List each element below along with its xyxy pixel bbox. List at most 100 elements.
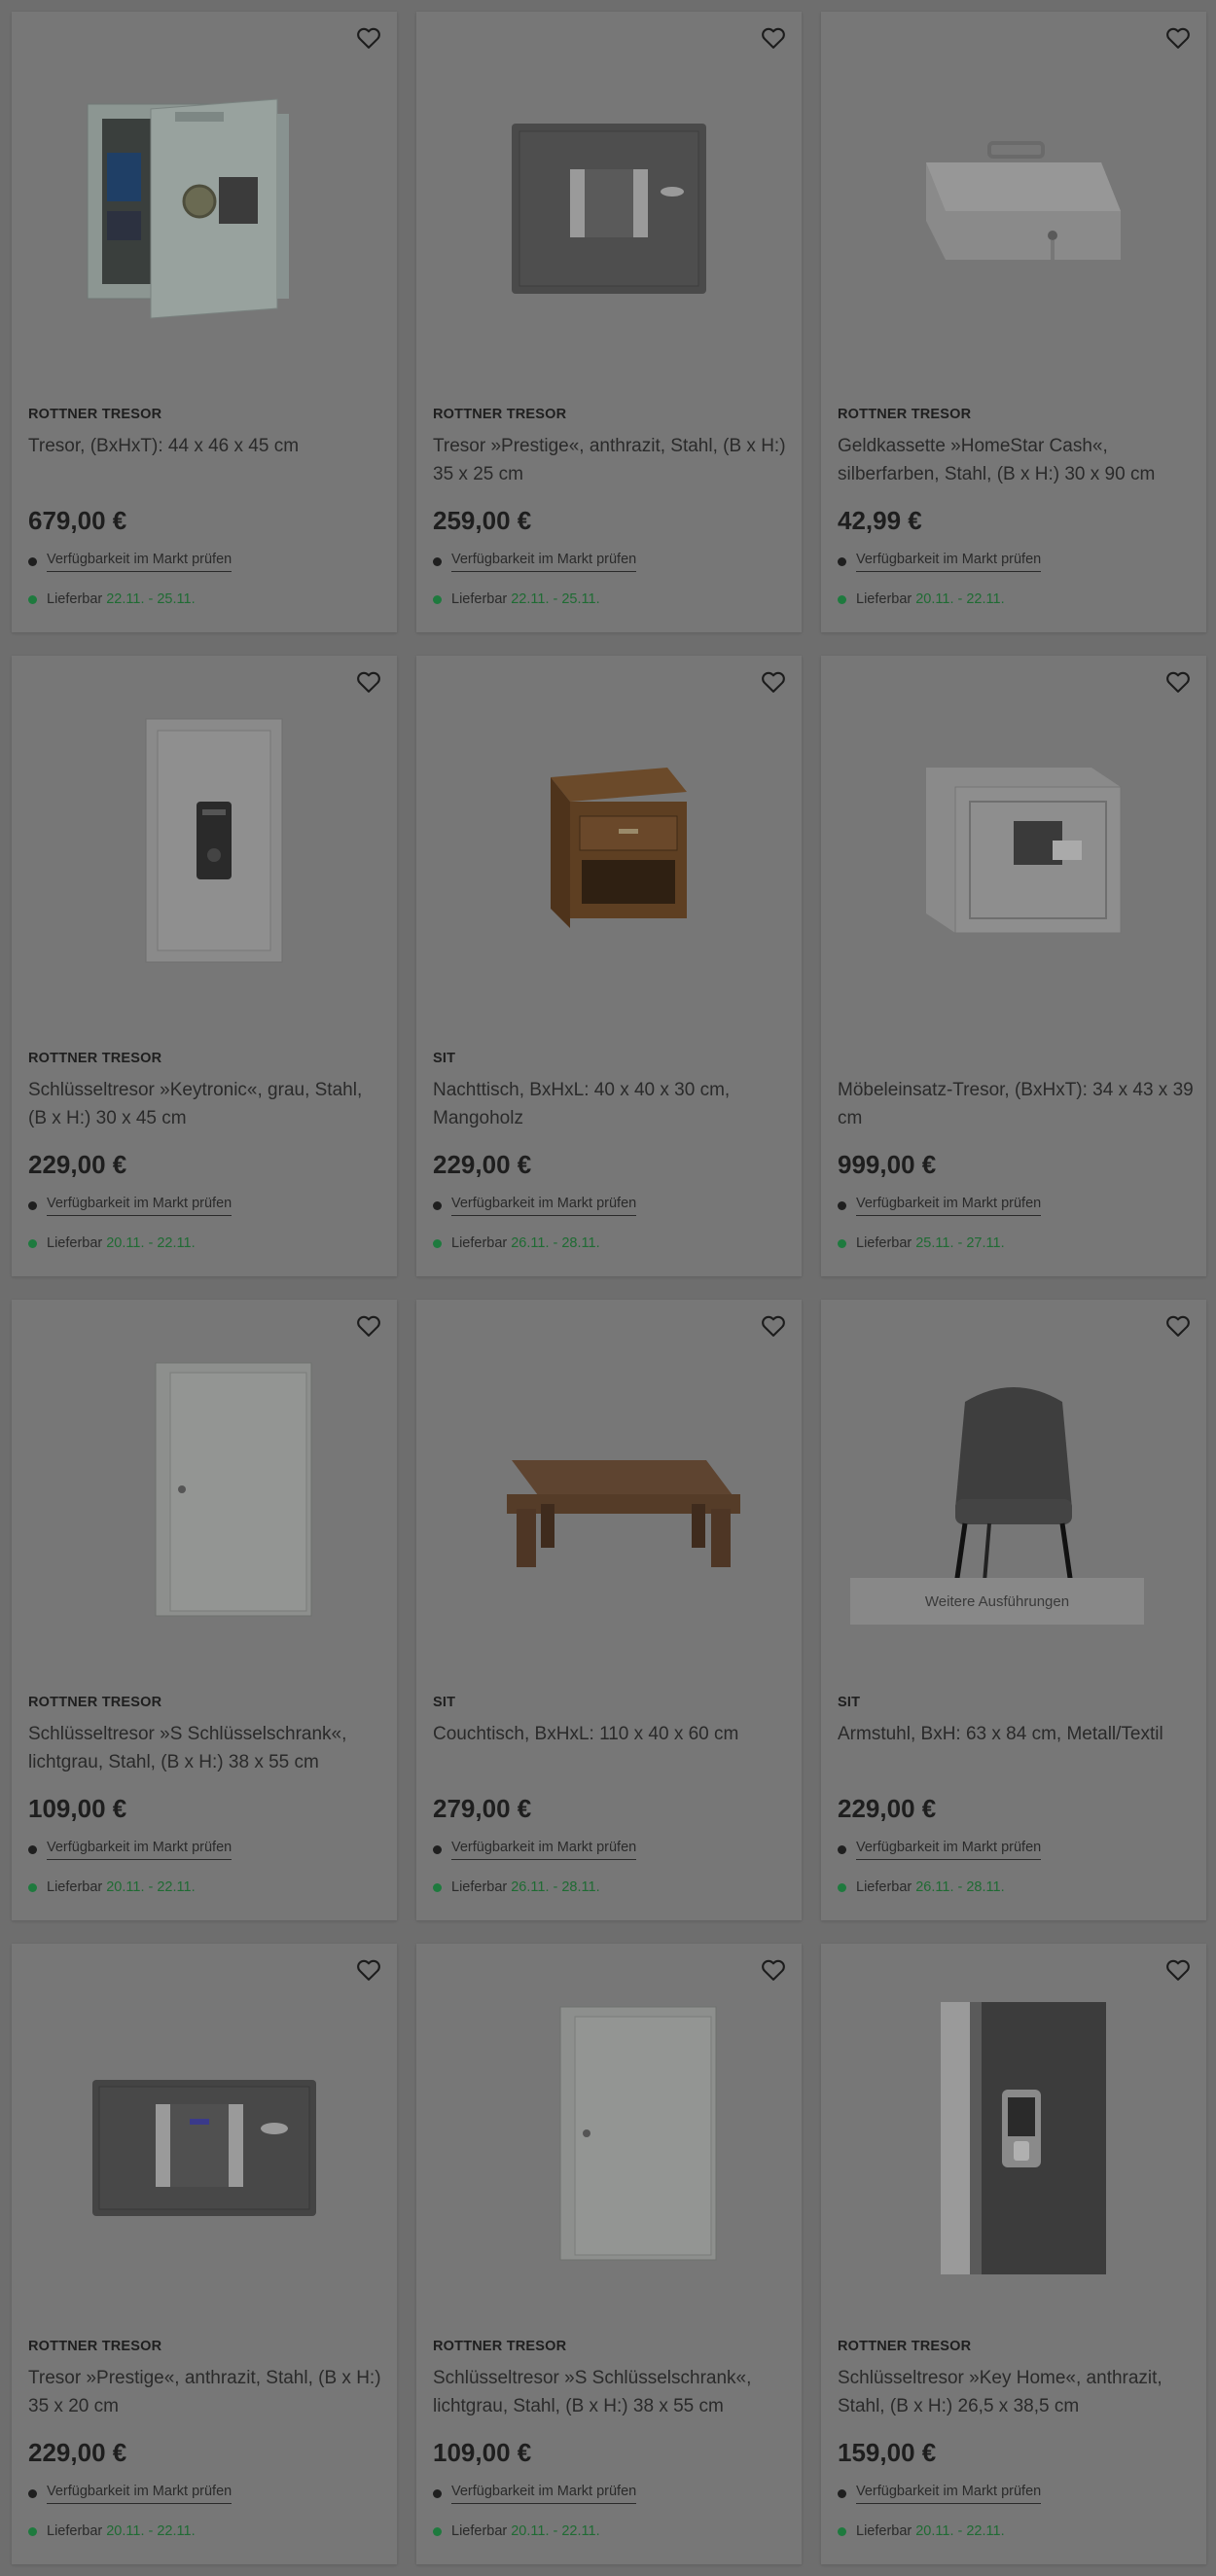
availability-check[interactable]: Verfügbarkeit im Markt prüfen	[28, 552, 232, 572]
availability-dot-icon	[28, 2489, 37, 2498]
product-card-11[interactable]: ROTTNER TRESOR Schlüsseltresor »S Schlüs…	[416, 1944, 802, 2564]
delivery-info: Lieferbar 20.11. - 22.11.	[28, 2523, 196, 2539]
availability-link[interactable]: Verfügbarkeit im Markt prüfen	[451, 552, 637, 572]
availability-check[interactable]: Verfügbarkeit im Markt prüfen	[433, 1840, 637, 1860]
product-title[interactable]: Tresor, (BxHxT): 44 x 46 x 45 cm	[28, 432, 384, 488]
product-card-2[interactable]: ROTTNER TRESOR Tresor »Prestige«, anthra…	[416, 12, 802, 632]
product-grid: ROTTNER TRESOR Tresor, (BxHxT): 44 x 46 …	[12, 12, 1208, 2564]
product-title[interactable]: Tresor »Prestige«, anthrazit, Stahl, (B …	[433, 432, 789, 488]
availability-dot-icon	[838, 1845, 846, 1854]
heart-icon[interactable]	[757, 1953, 790, 1986]
product-card-4[interactable]: ROTTNER TRESOR Schlüsseltresor »Keytroni…	[12, 656, 397, 1276]
delivery-status-dot-icon	[28, 1882, 37, 1892]
delivery-info: Lieferbar 20.11. - 22.11.	[838, 591, 1005, 607]
availability-link[interactable]: Verfügbarkeit im Markt prüfen	[451, 1840, 637, 1860]
product-title[interactable]: Schlüsseltresor »Key Home«, anthrazit, S…	[838, 2364, 1194, 2420]
product-title[interactable]: Armstuhl, BxH: 63 x 84 cm, Metall/Textil	[838, 1720, 1194, 1776]
product-card-12[interactable]: ROTTNER TRESOR Schlüsseltresor »Key Home…	[821, 1944, 1206, 2564]
heart-icon[interactable]	[1162, 21, 1195, 54]
delivery-info: Lieferbar 25.11. - 27.11.	[838, 1235, 1005, 1251]
product-title[interactable]: Schlüsseltresor »S Schlüsselschrank«, li…	[433, 2364, 789, 2420]
availability-link[interactable]: Verfügbarkeit im Markt prüfen	[451, 1196, 637, 1216]
availability-check[interactable]: Verfügbarkeit im Markt prüfen	[838, 1196, 1042, 1216]
heart-icon[interactable]	[1162, 665, 1195, 698]
product-card-3[interactable]: ROTTNER TRESOR Geldkassette »HomeStar Ca…	[821, 12, 1206, 632]
availability-link[interactable]: Verfügbarkeit im Markt prüfen	[856, 552, 1042, 572]
delivery-dates: 20.11. - 22.11.	[106, 2523, 196, 2539]
product-title[interactable]: Schlüsseltresor »Keytronic«, grau, Stahl…	[28, 1076, 384, 1132]
product-image[interactable]	[416, 1300, 802, 1679]
heart-icon[interactable]	[352, 665, 385, 698]
availability-check[interactable]: Verfügbarkeit im Markt prüfen	[838, 552, 1042, 572]
availability-link[interactable]: Verfügbarkeit im Markt prüfen	[47, 552, 232, 572]
availability-check[interactable]: Verfügbarkeit im Markt prüfen	[28, 1840, 232, 1860]
product-image[interactable]	[416, 12, 802, 391]
cash-box-icon	[926, 141, 1121, 260]
product-image[interactable]	[821, 1944, 1206, 2323]
product-card-9[interactable]: SIT Armstuhl, BxH: 63 x 84 cm, Metall/Te…	[821, 1300, 1206, 1920]
product-image[interactable]	[821, 656, 1206, 1035]
delivery-dates: 20.11. - 22.11.	[511, 2523, 600, 2539]
heart-icon[interactable]	[352, 1309, 385, 1342]
availability-check[interactable]: Verfügbarkeit im Markt prüfen	[838, 1840, 1042, 1860]
availability-check[interactable]: Verfügbarkeit im Markt prüfen	[433, 552, 637, 572]
availability-check[interactable]: Verfügbarkeit im Markt prüfen	[838, 2484, 1042, 2504]
availability-link[interactable]: Verfügbarkeit im Markt prüfen	[856, 1840, 1042, 1860]
product-price: 259,00 €	[433, 506, 532, 535]
product-card-1[interactable]: ROTTNER TRESOR Tresor, (BxHxT): 44 x 46 …	[12, 12, 397, 632]
delivery-status-dot-icon	[838, 1238, 846, 1248]
availability-link[interactable]: Verfügbarkeit im Markt prüfen	[856, 2484, 1042, 2504]
availability-link[interactable]: Verfügbarkeit im Markt prüfen	[856, 1196, 1042, 1216]
delivery-label: Lieferbar	[451, 1879, 508, 1895]
product-image[interactable]	[416, 1944, 802, 2323]
availability-check[interactable]: Verfügbarkeit im Markt prüfen	[433, 1196, 637, 1216]
product-title[interactable]: Couchtisch, BxHxL: 110 x 40 x 60 cm	[433, 1720, 789, 1776]
product-title[interactable]: Nachttisch, BxHxL: 40 x 40 x 30 cm, Mang…	[433, 1076, 789, 1132]
product-price: 679,00 €	[28, 506, 127, 535]
delivery-status-dot-icon	[28, 2526, 37, 2536]
product-image[interactable]	[821, 12, 1206, 391]
availability-dot-icon	[28, 1845, 37, 1854]
heart-icon[interactable]	[757, 665, 790, 698]
availability-check[interactable]: Verfügbarkeit im Markt prüfen	[28, 2484, 232, 2504]
availability-link[interactable]: Verfügbarkeit im Markt prüfen	[47, 1840, 232, 1860]
delivery-label: Lieferbar	[856, 1235, 912, 1251]
safe-dark-wide-icon	[92, 2080, 316, 2216]
availability-link[interactable]: Verfügbarkeit im Markt prüfen	[47, 1196, 232, 1216]
key-safe-dark-icon	[941, 2002, 1106, 2274]
product-card-6[interactable]: Möbeleinsatz-Tresor, (BxHxT): 34 x 43 x …	[821, 656, 1206, 1276]
availability-dot-icon	[28, 1201, 37, 1210]
heart-icon[interactable]	[757, 21, 790, 54]
heart-icon[interactable]	[757, 1309, 790, 1342]
product-title[interactable]: Schlüsseltresor »S Schlüsselschrank«, li…	[28, 1720, 384, 1776]
delivery-label: Lieferbar	[451, 591, 508, 607]
product-image[interactable]	[416, 656, 802, 1035]
more-variants-button[interactable]: Weitere Ausführungen	[850, 1578, 1144, 1625]
delivery-dates: 26.11. - 28.11.	[511, 1879, 600, 1895]
delivery-info: Lieferbar 20.11. - 22.11.	[838, 2523, 1005, 2539]
delivery-label: Lieferbar	[47, 591, 103, 607]
product-image[interactable]	[12, 12, 397, 391]
availability-link[interactable]: Verfügbarkeit im Markt prüfen	[47, 2484, 232, 2504]
product-image[interactable]	[12, 1944, 397, 2323]
availability-check[interactable]: Verfügbarkeit im Markt prüfen	[28, 1196, 232, 1216]
product-card-10[interactable]: ROTTNER TRESOR Tresor »Prestige«, anthra…	[12, 1944, 397, 2564]
delivery-info: Lieferbar 22.11. - 25.11.	[433, 591, 600, 607]
delivery-status-dot-icon	[433, 594, 442, 604]
delivery-info: Lieferbar 20.11. - 22.11.	[28, 1879, 196, 1895]
delivery-info: Lieferbar 26.11. - 28.11.	[433, 1235, 600, 1251]
heart-icon[interactable]	[352, 1953, 385, 1986]
product-image[interactable]	[12, 1300, 397, 1679]
availability-check[interactable]: Verfügbarkeit im Markt prüfen	[433, 2484, 637, 2504]
product-title[interactable]: Möbeleinsatz-Tresor, (BxHxT): 34 x 43 x …	[838, 1076, 1194, 1132]
heart-icon[interactable]	[352, 21, 385, 54]
product-card-8[interactable]: SIT Couchtisch, BxHxL: 110 x 40 x 60 cm …	[416, 1300, 802, 1920]
product-title[interactable]: Tresor »Prestige«, anthrazit, Stahl, (B …	[28, 2364, 384, 2420]
product-card-5[interactable]: SIT Nachttisch, BxHxL: 40 x 40 x 30 cm, …	[416, 656, 802, 1276]
availability-link[interactable]: Verfügbarkeit im Markt prüfen	[451, 2484, 637, 2504]
product-title[interactable]: Geldkassette »HomeStar Cash«, silberfarb…	[838, 432, 1194, 488]
heart-icon[interactable]	[1162, 1309, 1195, 1342]
product-image[interactable]	[12, 656, 397, 1035]
heart-icon[interactable]	[1162, 1953, 1195, 1986]
product-card-7[interactable]: ROTTNER TRESOR Schlüsseltresor »S Schlüs…	[12, 1300, 397, 1920]
